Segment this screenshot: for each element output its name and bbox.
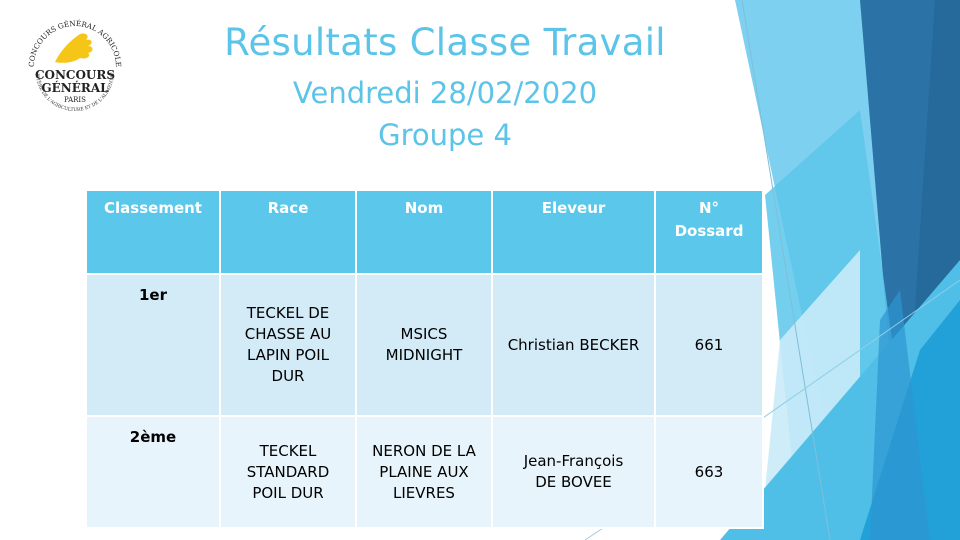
cell-nom: NERON DE LA PLAINE AUX LIEVRES: [355, 415, 493, 529]
cell-race-text: TECKEL STANDARD POIL DUR: [246, 441, 330, 502]
cell-nom: MSICS MIDNIGHT: [355, 273, 493, 417]
cell-rank: 1er: [85, 273, 221, 417]
header-dossard-label: N° Dossard: [674, 199, 744, 240]
header-eleveur: Eleveur: [491, 189, 656, 275]
table-header-row: Classement Race Nom Eleveur N° Dossard: [85, 189, 764, 275]
slide-subtitle-date: Vendredi 28/02/2020: [292, 76, 598, 110]
cell-race: TECKEL DE CHASSE AU LAPIN POIL DUR: [219, 273, 357, 417]
cell-rank: 2ème: [85, 415, 221, 529]
cell-race-text: TECKEL DE CHASSE AU LAPIN POIL DUR: [244, 304, 332, 385]
cell-nom-text: NERON DE LA PLAINE AUX LIEVRES: [372, 441, 476, 502]
cell-dossard: 661: [654, 273, 764, 417]
cell-eleveur: Christian BECKER: [491, 273, 656, 417]
table-row: 1er TECKEL DE CHASSE AU LAPIN POIL DUR M…: [85, 273, 764, 417]
header-nom: Nom: [355, 189, 493, 275]
slide-subtitle-group: Groupe 4: [378, 118, 512, 152]
cell-eleveur: Jean-François DE BOVEE: [491, 415, 656, 529]
cell-nom-text: MSICS MIDNIGHT: [385, 325, 463, 364]
cell-eleveur-text: Jean-François DE BOVEE: [523, 452, 624, 491]
header-race: Race: [219, 189, 357, 275]
cell-race: TECKEL STANDARD POIL DUR: [219, 415, 357, 529]
header-classement: Classement: [85, 189, 221, 275]
slide-title: Résultats Classe Travail: [224, 21, 666, 64]
results-table: Classement Race Nom Eleveur N° Dossard 1…: [85, 189, 764, 529]
table-row: 2ème TECKEL STANDARD POIL DUR NERON DE L…: [85, 415, 764, 529]
header-dossard: N° Dossard: [654, 189, 764, 275]
cell-dossard: 663: [654, 415, 764, 529]
